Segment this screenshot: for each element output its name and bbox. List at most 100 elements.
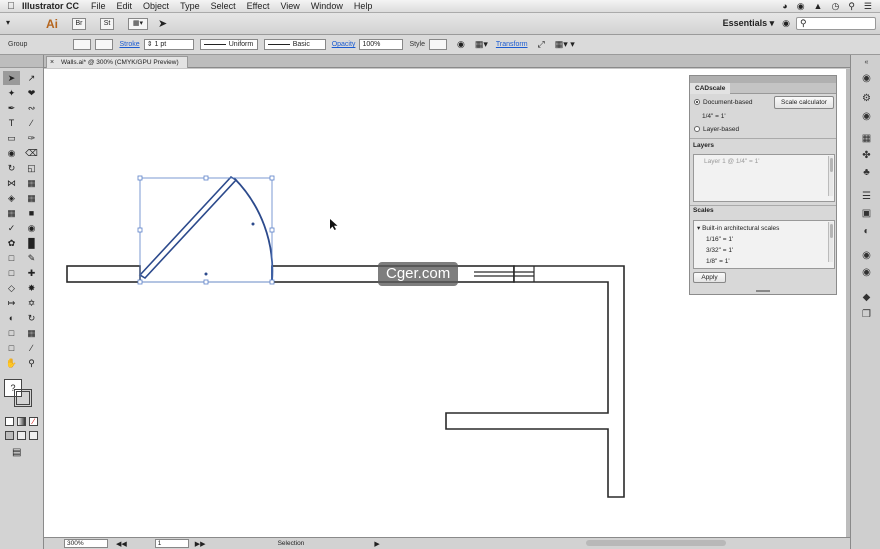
arrange-documents-button[interactable]: ▦▾ [128,17,148,30]
canvas-horizontal-scrollbar[interactable] [586,540,726,546]
selection-bounding-box[interactable] [139,177,273,283]
menu-window[interactable]: Window [311,1,343,11]
gpu-rocket-icon[interactable]: ➤ [158,17,167,30]
selection-handles[interactable] [137,175,275,285]
cc-libraries-icon[interactable]: ◉ [782,18,790,29]
cad-tool-2-icon[interactable]: ✚ [23,266,40,280]
handle-bottom-right[interactable] [269,279,275,285]
wall-left-segment[interactable] [66,265,141,283]
scales-list-scrollbar[interactable] [828,222,833,262]
hand-tool-icon[interactable]: ✋ [3,356,20,370]
control-menu-icon[interactable]: ▦▾ ▾ [555,39,575,50]
menu-type[interactable]: Type [180,1,200,11]
scales-group-row[interactable]: ▾ Built-in architectural scales [694,221,834,234]
color-mode-icon[interactable] [5,417,14,426]
cad-tool-11-icon[interactable]: □ [3,341,20,355]
draw-normal-icon[interactable] [5,431,14,440]
handle-middle-left[interactable] [137,227,143,233]
spotlight-icon[interactable]: ⚲ [848,1,855,12]
line-segment-tool-icon[interactable]: ∕ [23,116,40,130]
cad-tool-5-icon[interactable]: ↦ [3,296,20,310]
handle-bottom-center[interactable] [203,279,209,285]
stroke-swatch-icon[interactable] [14,389,32,407]
layers-panel-icon[interactable]: ◆ [860,292,873,303]
curvature-tool-icon[interactable]: ∾ [23,101,40,115]
stock-button[interactable]: St [100,17,114,30]
bridge-button[interactable]: Br [72,17,86,30]
artboards-panel-icon[interactable]: ❐ [860,309,873,320]
selection-tool-icon[interactable]: ➤ [3,71,20,85]
handle-bottom-left[interactable] [137,279,143,285]
document-based-radio[interactable] [694,99,700,106]
door-swing-arc[interactable] [233,177,274,282]
lasso-tool-icon[interactable]: ❤ [23,86,40,100]
document-based-option[interactable]: Document-based [694,99,753,106]
handle-top-center[interactable] [203,175,209,181]
mesh-tool-icon[interactable]: ▦ [3,206,20,220]
next-artboard-icon[interactable]: ▶▶ [195,540,206,548]
artboard-number-field[interactable]: 1 [154,539,189,548]
fill-stroke-widget[interactable]: ? [4,379,34,409]
cad-tool-9-icon[interactable]: □ [3,326,20,340]
none-mode-icon[interactable]: ∕ [29,417,38,426]
handle-middle-right[interactable] [269,227,275,233]
notifications-icon[interactable]: ☰ [864,1,872,12]
scale-tool-icon[interactable]: ◱ [23,161,40,175]
variable-width-profile[interactable]: Uniform [199,39,258,50]
tools-panel-header[interactable] [0,55,43,68]
cad-tool-1-icon[interactable]: □ [3,266,20,280]
close-tab-icon[interactable]: × [50,57,54,68]
graphic-styles-panel-icon[interactable]: ◉ [860,267,873,278]
align-icon[interactable]: ▦▾ [475,39,488,50]
menu-object[interactable]: Object [143,1,169,11]
sync-icon[interactable]: ◕ [782,1,787,12]
eraser-tool-icon[interactable]: ⌫ [23,146,40,160]
dock-collapse-icon[interactable]: « [860,57,873,68]
menu-view[interactable]: View [280,1,299,11]
appearance-panel-icon[interactable]: ◉ [860,250,873,261]
scale-calculator-button[interactable]: Scale calculator [774,96,834,109]
rotate-tool-icon[interactable]: ↻ [3,161,20,175]
apple-icon[interactable]:  [0,1,22,12]
help-search-input[interactable]: ⚲ [796,17,876,30]
gradient-mode-icon[interactable] [17,417,26,426]
shape-builder-tool-icon[interactable]: ◈ [3,191,20,205]
stroke-panel-link[interactable]: Stroke [119,41,139,48]
workspace-switcher[interactable]: Essentials ▾ [723,18,775,29]
cad-tool-12-icon[interactable]: ∕ [23,341,40,355]
symbol-sprayer-tool-icon[interactable]: ✿ [3,236,20,250]
cad-tool-4-icon[interactable]: ✸ [23,281,40,295]
magic-wand-tool-icon[interactable]: ✦ [3,86,20,100]
stroke-swatch[interactable] [95,39,114,50]
status-menu-arrow-icon[interactable]: ▶ [374,540,379,548]
transparency-panel-icon[interactable]: ◐ [860,226,873,237]
zoom-tool-icon[interactable]: ⚲ [23,356,40,370]
opacity-panel-link[interactable]: Opacity [332,41,356,48]
transform-panel-link[interactable]: Transform [496,41,528,48]
swatches-panel-icon[interactable]: ▦ [860,133,873,144]
isolate-group-icon[interactable]: ⤢ [538,39,545,50]
wifi-icon[interactable]: ▲ [814,1,823,12]
layer-based-option[interactable]: Layer-based [694,126,739,133]
cad-tool-10-icon[interactable]: ▦ [23,326,40,340]
graphic-style-swatch[interactable] [429,39,447,50]
menu-file[interactable]: File [91,1,106,11]
fill-swatch[interactable] [73,39,92,50]
menu-help[interactable]: Help [354,1,373,11]
artboard-tool-icon[interactable]: □ [3,251,20,265]
pen-tool-icon[interactable]: ✒ [3,101,20,115]
color-panel-icon[interactable]: ◉ [860,73,873,84]
cadscale-tab[interactable]: CADscale [690,83,731,94]
paintbrush-tool-icon[interactable]: ✑ [23,131,40,145]
perspective-grid-tool-icon[interactable]: ▦ [23,191,40,205]
draw-behind-icon[interactable] [17,431,26,440]
document-tab[interactable]: × Walls.ai* @ 300% (CMYK/GPU Preview) [46,56,188,68]
menu-edit[interactable]: Edit [117,1,133,11]
scale-item[interactable]: 1/16" = 1' [694,234,834,245]
cadscale-panel-titlebar[interactable] [690,76,836,83]
eye-icon[interactable]: ◉ [797,1,805,12]
gradient-tool-icon[interactable]: ■ [23,206,40,220]
cad-tool-3-icon[interactable]: ◇ [3,281,20,295]
column-graph-tool-icon[interactable]: █ [23,236,40,250]
handle-top-right[interactable] [269,175,275,181]
